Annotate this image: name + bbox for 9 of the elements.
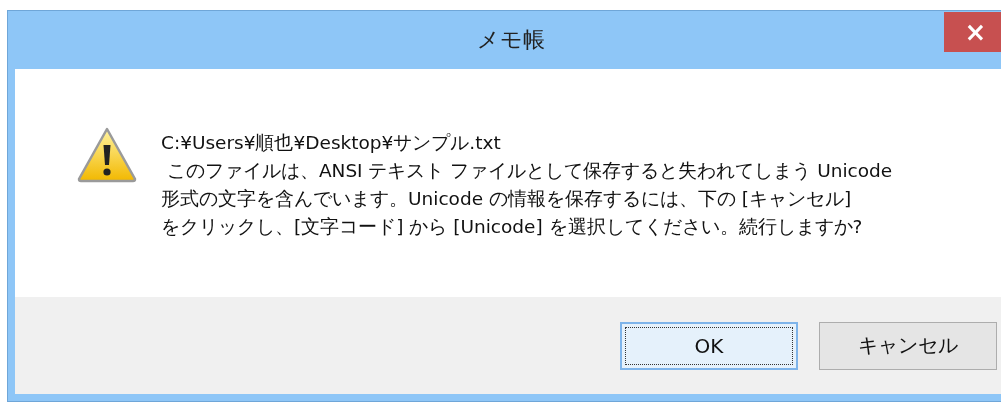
file-path: C:¥Users¥順也¥Desktop¥サンプル.txt — [161, 131, 502, 155]
warning-icon — [77, 127, 137, 183]
window-title: メモ帳 — [477, 26, 545, 54]
cancel-button[interactable]: キャンセル — [819, 321, 997, 370]
ok-button[interactable]: OK — [620, 321, 798, 370]
message-text: このファイルは、ANSI テキスト ファイルとして保存すると失われてしまう Unicode — [165, 159, 893, 183]
message-text: 形式の文字を含んでいます。Unicode の情報を保存するには、下の [キャンセル] — [161, 187, 853, 211]
close-button[interactable]: × — [944, 12, 1001, 52]
message-text: をクリックし、[文字コード] から [Unicode] を選択してください。続行しますか? — [161, 215, 864, 239]
